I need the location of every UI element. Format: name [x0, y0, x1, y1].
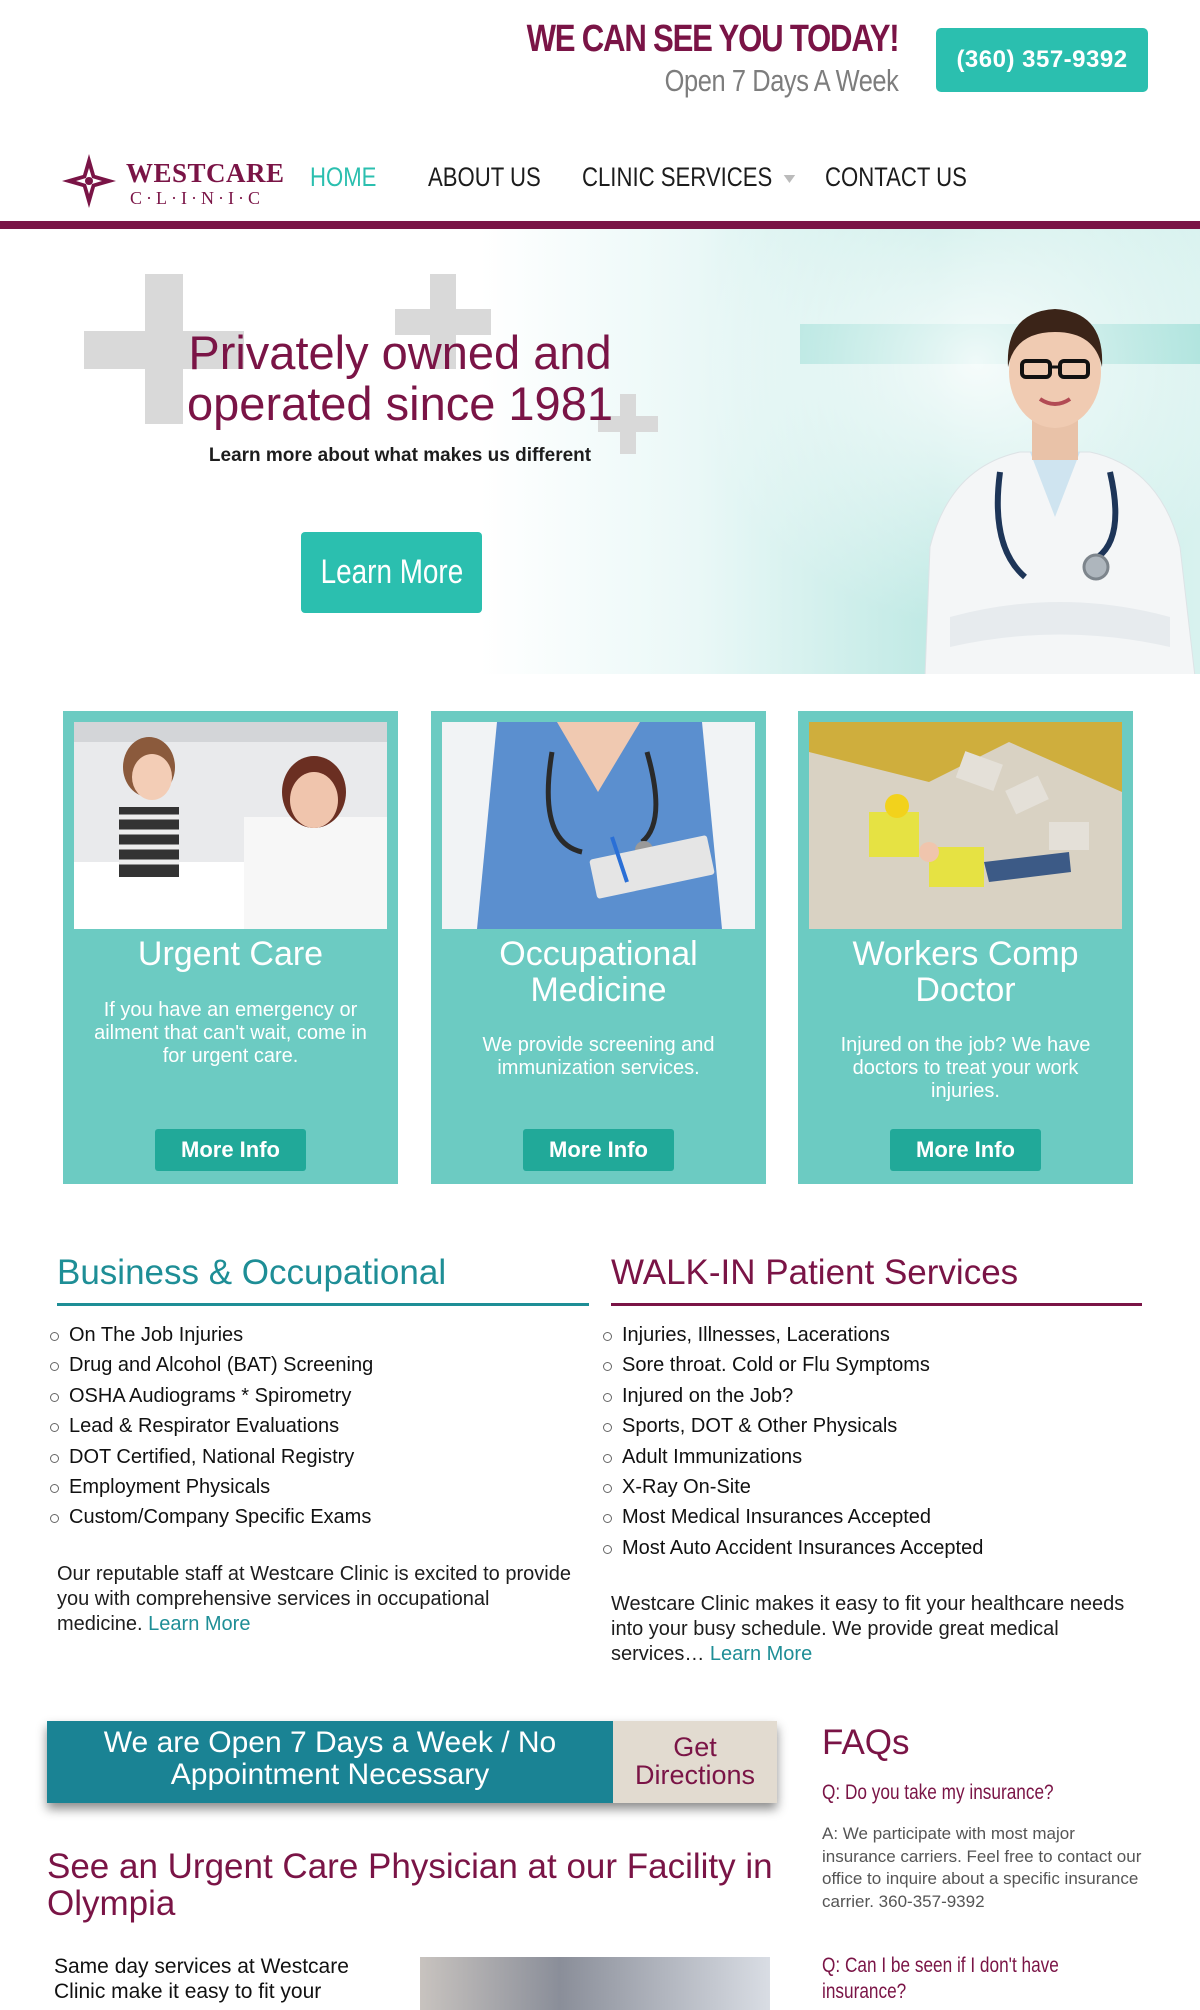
more-info-button[interactable]: More Info [155, 1129, 306, 1171]
open-days-text: We are Open 7 Days a Week / No Appointme… [103, 1726, 557, 1791]
list-item: Drug and Alcohol (BAT) Screening [50, 1350, 373, 1380]
walkin-learn-more-link[interactable]: Learn More [710, 1643, 812, 1665]
workers-comp-image [809, 722, 1122, 929]
urgent-care-paragraph: Same day services at Westcare Clinic mak… [54, 1955, 349, 2003]
nav-home[interactable]: HOME [310, 162, 376, 193]
walkin-services-list: Injuries, Illnesses, Lacerations Sore thr… [603, 1320, 983, 1563]
faq-question[interactable]: Q: Can I be seen if I don't have insuran… [822, 1953, 1134, 2005]
business-learn-more-link[interactable]: Learn More [148, 1613, 250, 1635]
more-info-button[interactable]: More Info [523, 1129, 674, 1171]
header-cta: WE CAN SEE YOU TODAY! Open 7 Days A Week [445, 18, 899, 99]
business-services-list: On The Job Injuries Drug and Alcohol (BAT… [50, 1320, 373, 1533]
list-item: X-Ray On-Site [603, 1472, 983, 1502]
nav-about[interactable]: ABOUT US [428, 162, 541, 193]
card-text: We provide screening and immunization se… [482, 1034, 715, 1079]
list-item: Sports, DOT & Other Physicals [603, 1411, 983, 1441]
nav-divider [0, 221, 1200, 229]
faq-title: FAQs [822, 1723, 910, 1762]
card-title: Occupational Medicine [499, 935, 698, 1009]
list-item: OSHA Audiograms * Spirometry [50, 1381, 373, 1411]
phone-button[interactable]: (360) 357-9392 [936, 28, 1148, 92]
list-item: Injuries, Illnesses, Lacerations [603, 1320, 983, 1350]
list-item: DOT Certified, National Registry [50, 1442, 373, 1472]
nav-clinic-services-label: CLINIC SERVICES [582, 162, 773, 192]
logo[interactable]: WESTCARE C·L·I·N·I·C [60, 150, 290, 216]
card-text: Injured on the job? We have doctors to t… [840, 1034, 1091, 1102]
logo-subword: C·L·I·N·I·C [130, 188, 264, 208]
card-title: Workers Comp Doctor [852, 935, 1079, 1009]
list-item: On The Job Injuries [50, 1320, 373, 1350]
business-title: Business & Occupational [57, 1253, 447, 1292]
card-workers-comp: Workers Comp Doctor Injured on the job? … [798, 711, 1133, 1184]
walkin-divider [611, 1303, 1142, 1306]
list-item: Sore throat. Cold or Flu Symptoms [603, 1350, 983, 1380]
walkin-paragraph-text: Westcare Clinic makes it easy to fit you… [611, 1593, 1125, 1665]
list-item: Most Medical Insurances Accepted [603, 1502, 983, 1532]
urgent-care-photo [420, 1957, 770, 2010]
list-item: Lead & Respirator Evaluations [50, 1411, 373, 1441]
list-item: Injured on the Job? [603, 1381, 983, 1411]
urgent-care-heading: See an Urgent Care Physician at our Faci… [47, 1847, 773, 1923]
more-info-button[interactable]: More Info [890, 1129, 1041, 1171]
card-title: Urgent Care [137, 935, 324, 973]
business-paragraph: Our reputable staff at Westcare Clinic i… [57, 1562, 577, 1637]
card-urgent-care: Urgent Care If you have an emergency or … [63, 711, 398, 1184]
header-headline: WE CAN SEE YOU TODAY! [526, 18, 899, 60]
urgent-care-image [74, 722, 387, 929]
business-divider [57, 1303, 589, 1306]
get-directions-button[interactable]: Get Directions [613, 1721, 777, 1803]
list-item: Custom/Company Specific Exams [50, 1502, 373, 1532]
hero-learn-more-label: Learn More [320, 553, 463, 591]
open-days-banner: We are Open 7 Days a Week / No Appointme… [47, 1721, 777, 1803]
faq-answer: A: We participate with most major insura… [822, 1824, 1142, 1911]
doctor-image [924, 309, 1196, 674]
occupational-medicine-image [442, 722, 755, 929]
walkin-title: WALK-IN Patient Services [611, 1253, 1019, 1292]
logo-star-icon [62, 154, 116, 208]
list-item: Most Auto Accident Insurances Accepted [603, 1533, 983, 1563]
nav-clinic-services[interactable]: CLINIC SERVICES [582, 162, 796, 193]
card-occupational-medicine: Occupational Medicine We provide screeni… [431, 711, 766, 1184]
chevron-down-icon [783, 174, 796, 183]
logo-wordmark: WESTCARE [126, 158, 285, 188]
hero-title: Privately owned and operated since 1981 [187, 326, 613, 430]
hero-banner: Privately owned and operated since 1981 … [0, 229, 1200, 674]
header-subline: Open 7 Days A Week [664, 63, 898, 98]
walkin-paragraph: Westcare Clinic makes it easy to fit you… [611, 1592, 1131, 1667]
nav-contact[interactable]: CONTACT US [825, 162, 967, 193]
card-text: If you have an emergency or ailment that… [94, 999, 367, 1067]
hero-learn-more-button[interactable]: Learn More [301, 532, 482, 613]
business-paragraph-text: Our reputable staff at Westcare Clinic i… [57, 1563, 571, 1635]
list-item: Adult Immunizations [603, 1442, 983, 1472]
list-item: Employment Physicals [50, 1472, 373, 1502]
hero-subtitle: Learn more about what makes us different [208, 445, 592, 466]
faq-question[interactable]: Q: Do you take my insurance? [822, 1781, 1054, 1805]
